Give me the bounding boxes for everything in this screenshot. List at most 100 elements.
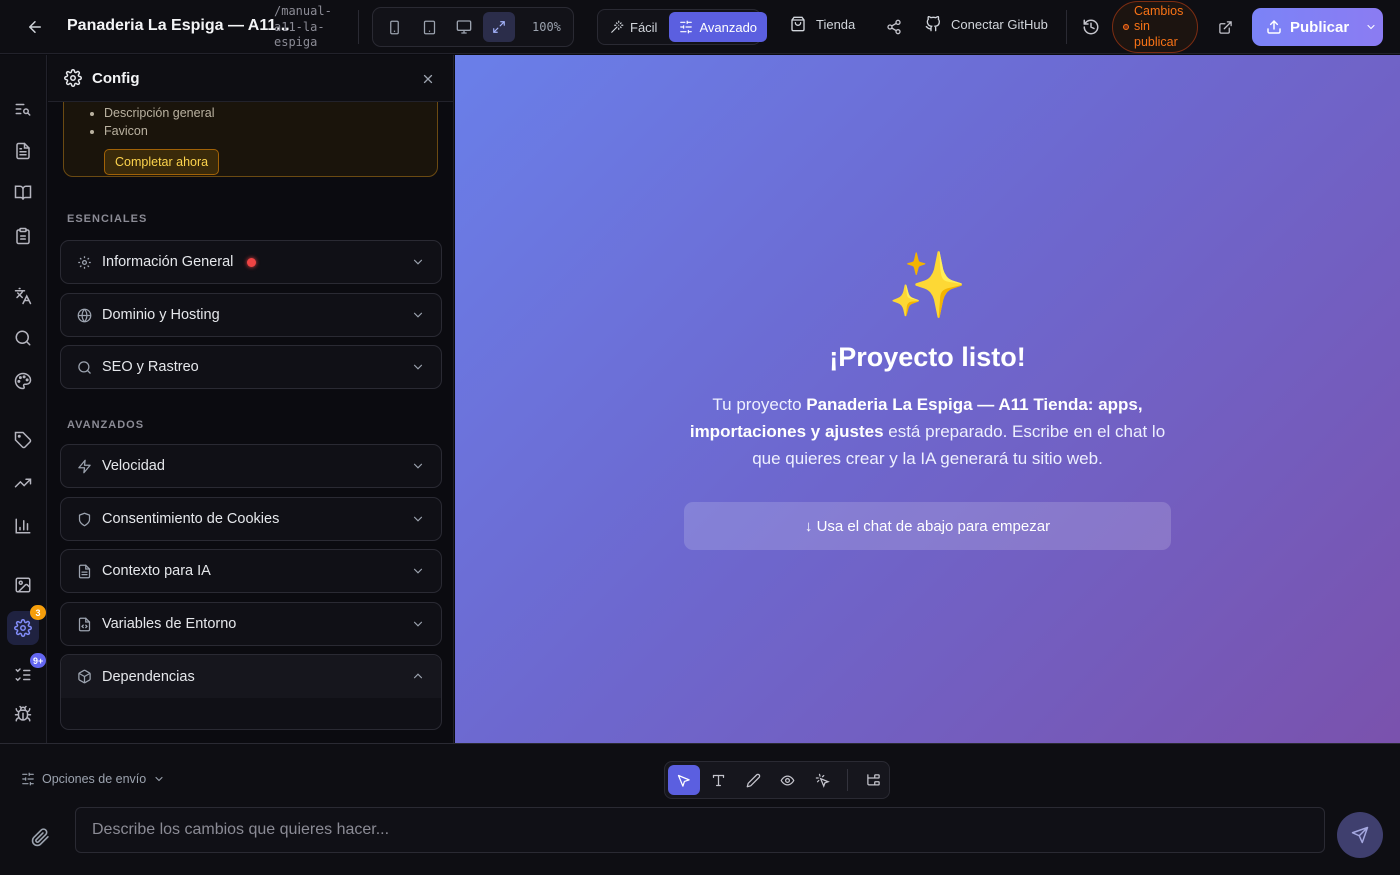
rail-tasks-button[interactable] (7, 220, 39, 252)
accordion-cookies[interactable]: Consentimiento de Cookies (60, 497, 442, 541)
chevron-down-icon (413, 312, 423, 318)
zoom-level: 100% (532, 20, 561, 34)
back-button[interactable] (22, 14, 48, 40)
arrow-left-icon (29, 21, 41, 33)
monitor-icon (456, 20, 472, 34)
accordion-header[interactable]: Dependencias (61, 655, 441, 698)
rail-tags-button[interactable] (7, 424, 39, 456)
rail-search-list-button[interactable] (7, 93, 39, 125)
fullscreen-view-button[interactable] (483, 12, 515, 42)
rail-media-button[interactable] (7, 569, 39, 601)
advanced-mode-button[interactable]: Avanzado (669, 12, 768, 42)
tablet-icon (423, 20, 435, 34)
file-text-icon (78, 564, 91, 578)
preview-tool-button[interactable] (772, 765, 804, 795)
editor-toolbar (664, 761, 890, 799)
send-options-toggle[interactable]: Opciones de envío (21, 772, 165, 786)
rail-docs-button[interactable] (7, 177, 39, 209)
sliders-icon (680, 20, 693, 34)
accordion-dependencies[interactable]: Dependencias (60, 654, 442, 730)
accordion-speed[interactable]: Velocidad (60, 444, 442, 488)
accordion-domain-hosting[interactable]: Dominio y Hosting (60, 293, 442, 337)
device-switcher: 100% (372, 7, 574, 47)
publish-button[interactable]: Publicar (1252, 8, 1383, 46)
smartphone-icon (389, 20, 399, 34)
accordion-seo[interactable]: SEO y Rastreo (60, 345, 442, 389)
attach-file-button[interactable] (27, 824, 53, 850)
complete-now-button[interactable]: Completar ahora (104, 149, 220, 175)
accordion-label: Dominio y Hosting (102, 307, 220, 323)
mobile-view-button[interactable] (378, 12, 410, 42)
connect-github-button[interactable]: Conectar GitHub (925, 16, 1048, 32)
close-icon (423, 74, 433, 84)
rail-pages-button[interactable] (7, 135, 39, 167)
unpublished-changes-badge[interactable]: Cambios sin publicar (1112, 1, 1198, 53)
chevron-down-icon (413, 621, 423, 627)
draw-tool-button[interactable] (737, 765, 769, 795)
preview-title: ¡Proyecto listo! (829, 342, 1026, 372)
left-rail: 3 9+ (0, 55, 47, 743)
tag-icon (14, 431, 32, 449)
file-text-icon (16, 142, 30, 160)
select-tool-button[interactable] (668, 765, 700, 795)
eye-icon (780, 774, 795, 786)
trending-up-icon (14, 478, 32, 488)
desktop-view-button[interactable] (448, 12, 480, 42)
chevron-down-icon[interactable] (1365, 21, 1377, 33)
essentials-section-label: ESENCIALES (67, 213, 148, 225)
pencil-icon (746, 773, 760, 787)
chat-hint-banner: ↓ Usa el chat de abajo para empezar (684, 502, 1171, 550)
sparkles-emoji: ✨ (887, 249, 968, 321)
accordion-label: SEO y Rastreo (102, 359, 199, 375)
rail-translate-button[interactable] (7, 280, 39, 312)
external-link-icon (1218, 20, 1232, 34)
accordion-general-info[interactable]: Información General (60, 240, 442, 284)
easy-mode-button[interactable]: Fácil (600, 12, 667, 42)
rail-analytics-button[interactable] (7, 510, 39, 542)
chat-composer: Opciones de envío (0, 743, 1400, 875)
rail-search-button[interactable] (7, 322, 39, 354)
rail-debug-button[interactable] (7, 698, 39, 730)
history-icon (1083, 19, 1099, 35)
status-dot (1123, 24, 1129, 30)
languages-icon (14, 287, 32, 305)
chevron-down-icon (413, 364, 423, 370)
chevron-down-icon (413, 259, 423, 265)
chat-input[interactable] (75, 807, 1325, 853)
share-button[interactable] (880, 13, 908, 41)
accordion-label: Dependencias (102, 668, 195, 685)
book-open-icon (14, 185, 32, 200)
accordion-label: Consentimiento de Cookies (102, 511, 280, 527)
send-icon (1351, 826, 1369, 844)
share-icon (887, 19, 901, 35)
send-button[interactable] (1337, 812, 1383, 858)
inspect-tool-button[interactable] (807, 765, 839, 795)
github-icon (925, 16, 941, 32)
site-preview[interactable]: ✨ ¡Proyecto listo! Tu proyecto Panaderia… (455, 55, 1400, 743)
tree-icon (866, 773, 880, 785)
text-tool-button[interactable] (703, 765, 735, 795)
rail-trends-button[interactable] (7, 467, 39, 499)
store-button[interactable]: Tienda (790, 16, 855, 32)
project-path: /manual-a11-la-espiga (274, 4, 332, 49)
shield-icon (78, 512, 91, 526)
paperclip-icon (31, 827, 49, 846)
connect-github-label: Conectar GitHub (951, 16, 1048, 32)
rail-theme-button[interactable] (7, 365, 39, 397)
tablet-view-button[interactable] (413, 12, 445, 42)
toolbar-divider (847, 769, 849, 791)
accordion-ai-context[interactable]: Contexto para IA (60, 549, 442, 593)
gear-icon (64, 69, 82, 87)
pointer-sparkle-icon (815, 773, 830, 788)
chevron-down-icon (413, 568, 423, 574)
chevron-down-icon (413, 463, 423, 469)
config-panel: Config Descripción general Favicon Compl… (48, 55, 454, 743)
image-icon (15, 577, 31, 593)
layers-tool-button[interactable] (857, 765, 889, 795)
history-button[interactable] (1077, 13, 1105, 41)
close-panel-button[interactable] (418, 69, 438, 89)
divider (1066, 10, 1067, 44)
advanced-section-label: AVANZADOS (67, 419, 145, 431)
open-external-button[interactable] (1211, 13, 1239, 41)
accordion-env-vars[interactable]: Variables de Entorno (60, 602, 442, 646)
